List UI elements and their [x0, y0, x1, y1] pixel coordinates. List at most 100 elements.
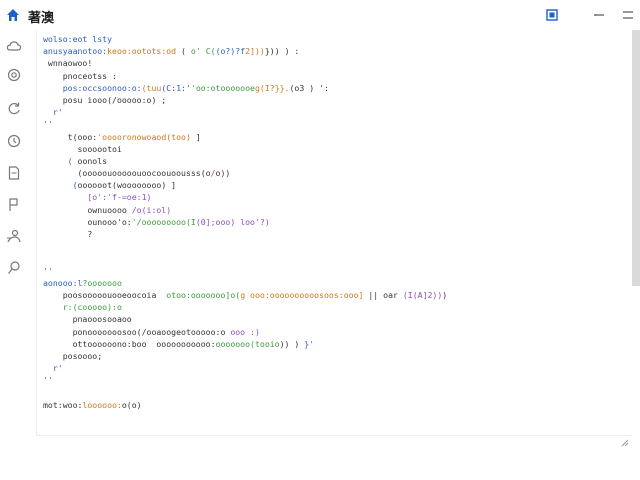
code-token: (C:1:' — [161, 82, 191, 93]
code-token: )) ) — [279, 338, 305, 349]
code-line: r:(cooooo):o — [43, 301, 447, 313]
code-token: ponooooooosoo(/ooaoogeotooooo:o — [43, 326, 231, 337]
code-line: poosooooouooeoocoia otoo:ooooooo]o(g ooo… — [43, 289, 448, 301]
code-token: ) — [442, 289, 448, 300]
code-token: ] — [190, 131, 201, 142]
code-token: ooooooo(tooio — [215, 338, 280, 349]
code-token: otoo:ooooooo]o( — [166, 289, 241, 300]
code-token: ottoooooono:boo ooooooooooo: — [43, 338, 216, 349]
code-token: }' — [304, 338, 315, 349]
target-icon[interactable] — [6, 67, 22, 83]
code-line: posoooo; — [43, 350, 447, 362]
code-token: t(ooo: — [43, 131, 98, 142]
code-token: 'oo:otooooooe — [190, 82, 255, 93]
panel-icon[interactable] — [545, 8, 559, 22]
code-token: (0];ooo) loo'?) — [195, 216, 270, 227]
code-token: (o3 ) ': — [289, 82, 329, 93]
code-line: wnnaowoo! — [43, 57, 447, 69]
code-token: pnoceotss : — [43, 70, 117, 81]
code-token: r' — [52, 107, 63, 118]
code-token: keoo:ootots:od — [107, 46, 177, 57]
status-strip — [36, 435, 632, 451]
title-bar: 著澳 — [0, 0, 640, 30]
user-icon[interactable] — [6, 228, 22, 244]
document-icon[interactable] — [6, 165, 22, 181]
code-token: wnnaowoo! — [43, 58, 93, 69]
code-token: posoooo; — [43, 350, 103, 361]
code-token: /o(i:ol) — [131, 204, 172, 215]
code-line: aonooo:l?ooooooo — [43, 277, 447, 289]
code-token: r:(cooooo):o — [62, 302, 122, 313]
code-token: (o?)?f — [215, 46, 246, 57]
code-editor[interactable]: wolso:eot lsty anusyaanotoo:keoo:ootots:o… — [36, 30, 640, 450]
code-line: '' — [43, 118, 447, 130]
code-line: '' — [43, 374, 447, 386]
flag-icon[interactable] — [6, 197, 22, 213]
app-title: 著澳 — [28, 11, 55, 26]
minimize-icon[interactable] — [592, 8, 606, 22]
code-token: o(o) — [121, 399, 142, 410]
code-token: ownuoooo — [43, 204, 132, 215]
code-token: '/ooooooooo(I — [131, 216, 196, 227]
code-line: ottoooooono:boo ooooooooooo:ooooooo(tooi… — [43, 338, 447, 350]
code-token: ?ooooooo — [82, 277, 122, 288]
code-token: || oar — [363, 289, 403, 300]
code-token: g(I?}}. — [254, 82, 290, 93]
close-icon[interactable] — [621, 8, 635, 22]
code-line: mot:woo:loooooo:o(o) — [43, 399, 447, 411]
code-token: pnaooosooaoo — [43, 314, 132, 325]
code-token: (tuu — [141, 82, 162, 93]
code-token: (ooooouooooouoocoouoousss(o — [43, 168, 211, 179]
home-icon — [7, 9, 19, 21]
code-token: oooooot(woooooooo) — [77, 180, 167, 191]
code-line: ponooooooosoo(/ooaoogeotooooo:o ooo :) — [43, 326, 447, 338]
refresh-icon[interactable] — [6, 100, 22, 116]
code-line: ounooo'o:'/ooooooooo(I(0];ooo) loo'?) — [43, 216, 447, 228]
code-line: anusyaanotoo:keoo:ootots:od ( o' C((o?)?… — [43, 45, 447, 57]
footer — [0, 450, 640, 480]
code-token: pos:occsoonoo:o: — [43, 82, 142, 93]
code-token: ( — [176, 46, 191, 57]
history-icon[interactable] — [6, 133, 22, 149]
code-line: (ooooouooooouoocoouoousss(o/o)) — [43, 167, 447, 179]
code-line: '' — [43, 265, 447, 277]
resize-grip-icon[interactable] — [621, 439, 629, 447]
code-token: (I(A]2)) — [402, 289, 443, 300]
code-line: pos:occsoonoo:o:(tuu(C:1:''oo:otooooooeg… — [43, 82, 447, 94]
code-token: g ooo:oooooooooosoos:ooo] — [240, 289, 364, 300]
code-line: t(ooo:'ooooronowoaod(too) ] — [43, 131, 447, 143]
cloud-icon[interactable] — [6, 38, 22, 54]
code-token: 'ooooronowoaod(too) — [97, 131, 191, 142]
code-line: pnoceotss : — [43, 70, 447, 82]
code-line: [o':'f-=oe:1) — [43, 191, 447, 203]
code-token: loooooo: — [82, 399, 122, 410]
code-token: o' C( — [190, 46, 216, 57]
code-token: '' — [43, 375, 53, 386]
code-token: '' — [43, 119, 53, 130]
code-token: wolso:eot lsty — [43, 34, 113, 44]
code-token: posu iooo(/ooooo:o) ; — [43, 94, 167, 105]
code-token: aonooo:l — [43, 277, 83, 288]
code-line: wolso:eot lsty — [43, 33, 447, 45]
code-token: [o':'f-=oe:1) — [43, 192, 152, 203]
vertical-scrollbar[interactable] — [632, 30, 640, 286]
code-line: ownuoooo /o(i:ol) — [43, 204, 447, 216]
pin-icon[interactable] — [6, 260, 22, 276]
code-token: ounooo'o: — [43, 216, 132, 227]
code-token: poosooooouooeoocoia — [43, 289, 167, 300]
code-line: (oooooot(woooooooo) ] — [43, 179, 447, 191]
sidebar — [0, 30, 32, 450]
code-token: mot:woo: — [43, 399, 83, 410]
code-token: })) ) : — [264, 46, 300, 57]
code-token: ooo :) — [230, 326, 260, 337]
code-content: wolso:eot lsty anusyaanotoo:keoo:ootots:o… — [43, 33, 447, 411]
code-line: r' — [43, 106, 447, 118]
